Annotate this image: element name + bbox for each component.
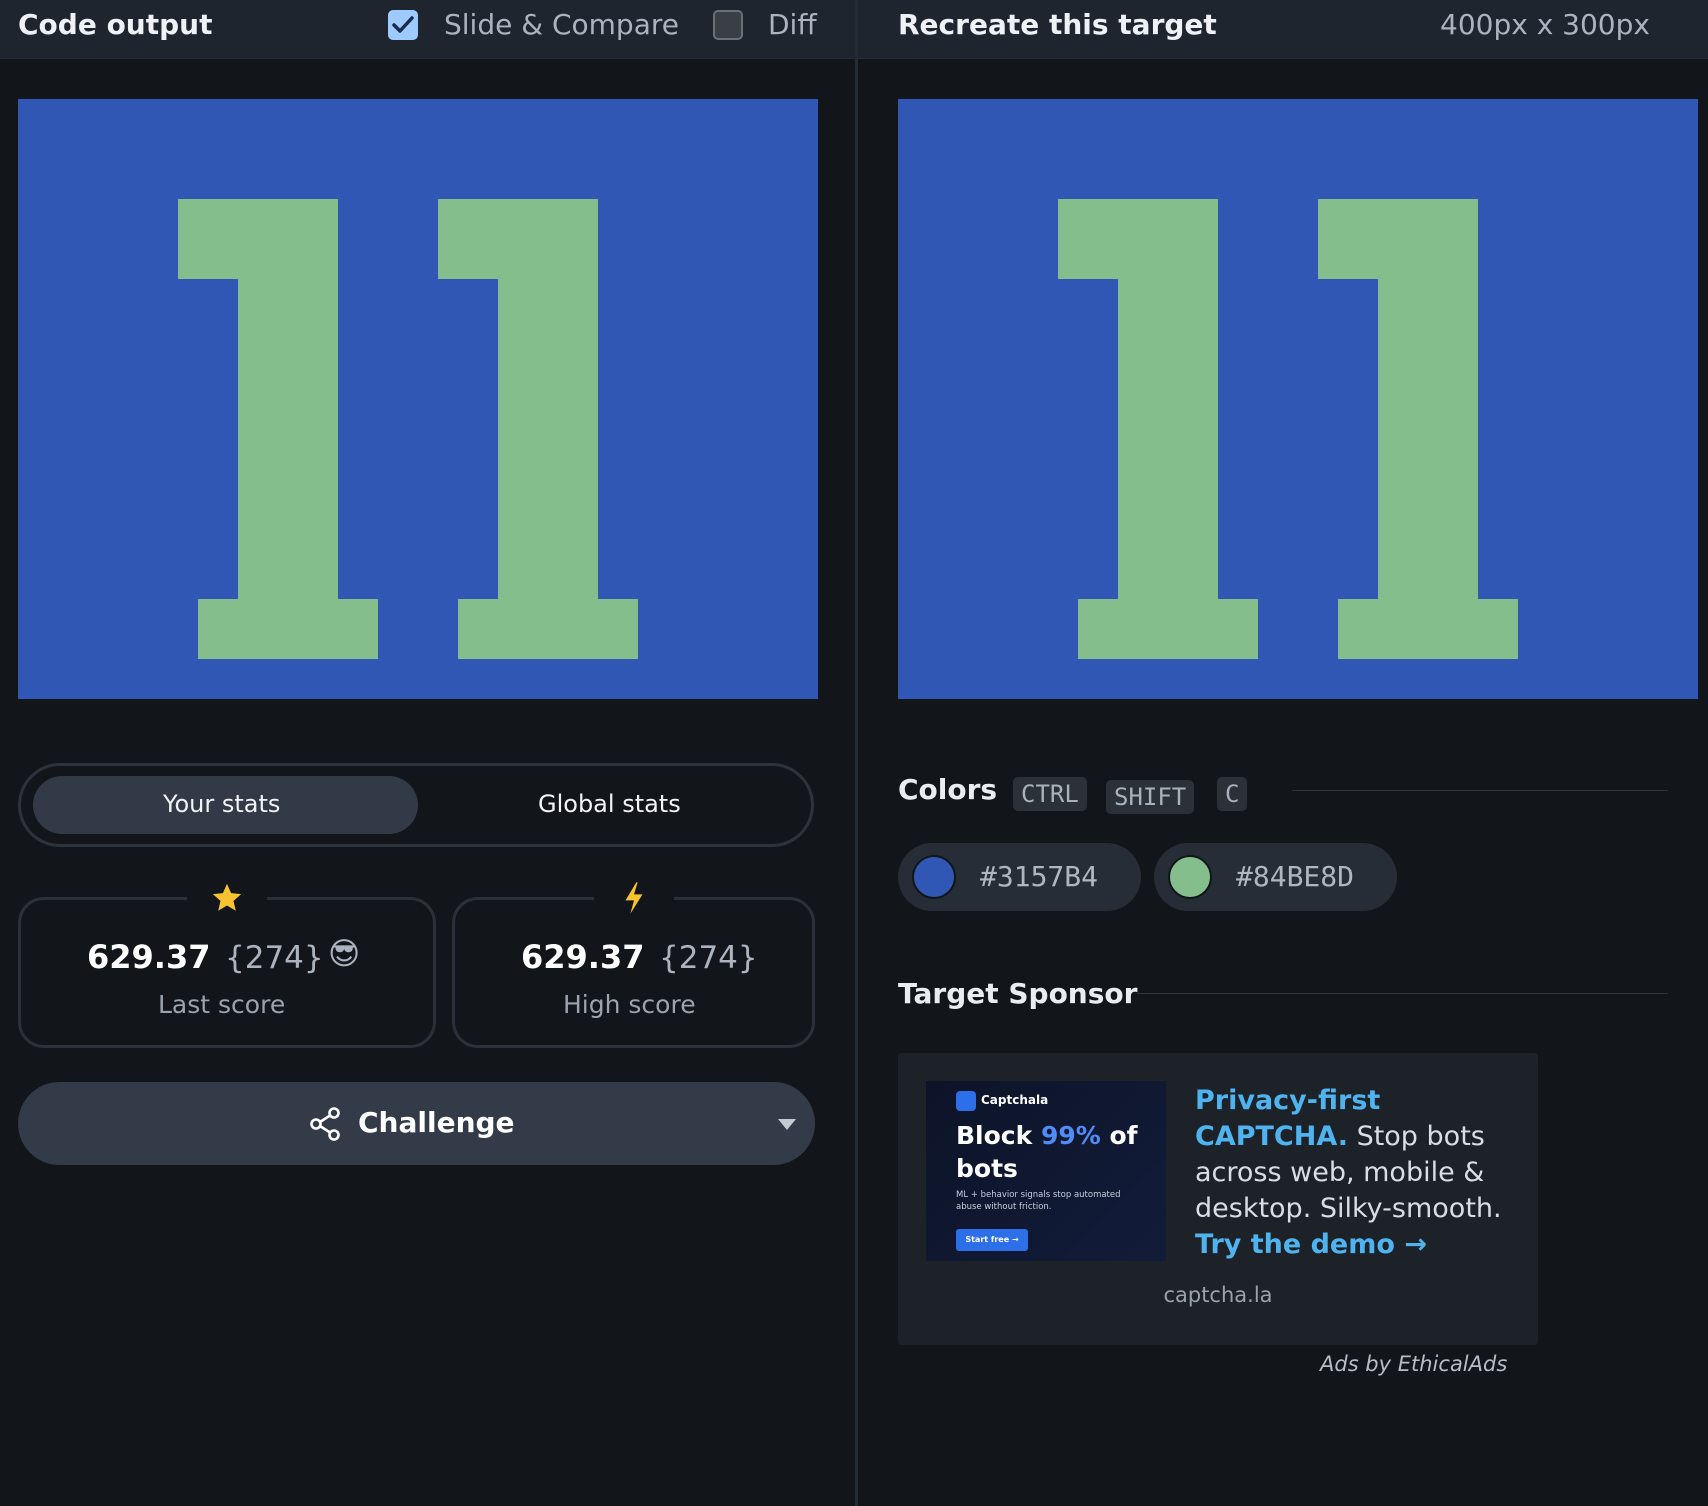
ad-headline: Block 99% of xyxy=(956,1121,1138,1150)
column-divider xyxy=(855,0,858,1506)
kbd-shift: SHIFT xyxy=(1106,780,1195,814)
ads-by-ethicalads[interactable]: Ads by EthicalAds xyxy=(1320,1352,1507,1376)
ad-headline-line2: bots xyxy=(956,1154,1018,1183)
target-dimensions: 400px x 300px xyxy=(1440,8,1650,41)
ad-image[interactable]: Captchala Block 99% of bots ML + behavio… xyxy=(926,1081,1166,1261)
colors-title: Colors xyxy=(898,773,998,806)
chevron-down-icon[interactable] xyxy=(776,1116,798,1132)
slide-compare-label[interactable]: Slide & Compare xyxy=(444,8,679,41)
last-score-caption: Last score xyxy=(158,990,286,1019)
challenge-label: Challenge xyxy=(358,1106,515,1139)
colors-rule xyxy=(1292,790,1668,791)
ad-start-free-button[interactable]: Start free → xyxy=(956,1229,1028,1251)
output-render xyxy=(18,99,818,699)
sponsor-ad[interactable]: Captchala Block 99% of bots ML + behavio… xyxy=(898,1053,1538,1345)
target-canvas xyxy=(898,99,1698,699)
ad-text[interactable]: Privacy-first CAPTCHA. Stop bots across … xyxy=(1195,1083,1515,1263)
tab-global-stats[interactable]: Global stats xyxy=(538,790,681,818)
target-title: Recreate this target xyxy=(898,8,1217,41)
swatch-blue-hex: #3157B4 xyxy=(980,860,1099,893)
high-score-caption: High score xyxy=(563,990,696,1019)
check-icon xyxy=(392,16,414,33)
ad-subtext: ML + behavior signals stop automated abu… xyxy=(956,1190,1121,1212)
star-icon xyxy=(187,878,267,918)
diff-checkbox[interactable] xyxy=(713,10,743,40)
challenge-button[interactable]: Challenge xyxy=(18,1082,815,1165)
code-output-header: Code output Slide & Compare Diff xyxy=(0,0,855,59)
stats-toggle: Your stats Global stats xyxy=(18,763,814,847)
last-score-count: {274} xyxy=(225,940,324,976)
last-score-value: 629.37 xyxy=(87,938,211,976)
code-output-title: Code output xyxy=(18,8,213,41)
captchala-logo-icon xyxy=(956,1091,976,1111)
slide-compare-checkbox[interactable] xyxy=(388,10,418,40)
ad-domain[interactable]: captcha.la xyxy=(898,1283,1538,1307)
lightning-icon xyxy=(594,878,674,918)
kbd-c: C xyxy=(1217,777,1248,811)
share-icon xyxy=(310,1107,340,1141)
tab-your-stats-label[interactable]: Your stats xyxy=(163,790,280,818)
sponsor-rule xyxy=(1137,993,1668,994)
swatch-blue-dot xyxy=(912,855,956,899)
sunglasses-emoji-icon: 😎 xyxy=(328,936,361,972)
sponsor-title: Target Sponsor xyxy=(898,977,1138,1010)
kbd-ctrl: CTRL xyxy=(1013,777,1087,811)
high-score-count: {274} xyxy=(659,940,758,976)
swatch-green-dot xyxy=(1168,855,1212,899)
target-render xyxy=(898,99,1698,699)
diff-label[interactable]: Diff xyxy=(768,8,817,41)
code-output-canvas[interactable] xyxy=(18,99,818,699)
swatch-blue[interactable]: #3157B4 xyxy=(898,843,1141,911)
swatch-green[interactable]: #84BE8D xyxy=(1154,843,1397,911)
swatch-green-hex: #84BE8D xyxy=(1236,860,1355,893)
ad-brand: Captchala xyxy=(981,1093,1049,1107)
high-score-value: 629.37 xyxy=(521,938,645,976)
target-header: Recreate this target 400px x 300px xyxy=(858,0,1708,59)
